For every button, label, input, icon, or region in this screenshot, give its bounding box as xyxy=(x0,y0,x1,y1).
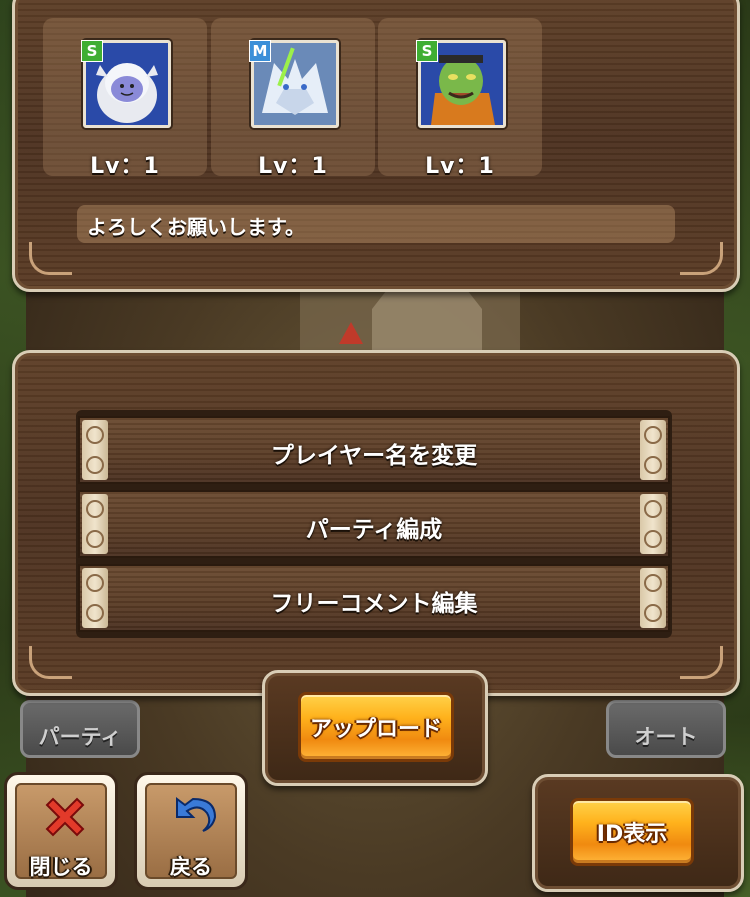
close-button[interactable]: 閉じる xyxy=(4,772,118,890)
monster-card[interactable]: M Lv：1 xyxy=(211,18,375,179)
upload-button[interactable]: アップロード xyxy=(298,692,454,762)
background-shield xyxy=(372,288,482,358)
background-gear-icon xyxy=(339,322,363,344)
panel-corner-ornament xyxy=(680,242,723,275)
background-auto-button: オート xyxy=(606,700,726,758)
id-display-label: ID表示 xyxy=(596,822,668,847)
menu-item-label: パーティ編成 xyxy=(305,517,443,543)
menu-item-label: フリーコメント編集 xyxy=(270,591,478,617)
menu-item-label: プレイヤー名を変更 xyxy=(270,443,478,469)
rank-badge: S xyxy=(416,40,438,62)
free-comment-text: よろしくお願いします。 xyxy=(87,215,305,239)
background-auto-label: オート xyxy=(634,725,698,749)
free-comment-bar: よろしくお願いします。 xyxy=(77,205,675,243)
scroll-cap-right xyxy=(640,494,666,554)
edit-free-comment-button[interactable]: フリーコメント編集 xyxy=(78,564,670,632)
monster-level: Lv：1 xyxy=(90,154,160,179)
panel-corner-ornament xyxy=(29,646,72,679)
close-label: 閉じる xyxy=(29,855,93,879)
monster-card[interactable]: S Lv：1 xyxy=(378,18,542,179)
upload-label: アップロード xyxy=(309,717,442,742)
id-display-button[interactable]: ID表示 xyxy=(570,798,694,866)
monster-card[interactable]: S Lv：1 xyxy=(43,18,207,179)
back-button[interactable]: 戻る xyxy=(134,772,248,890)
panel-corner-ornament xyxy=(29,242,72,275)
back-arrow-icon xyxy=(176,797,217,832)
panel-corner-ornament xyxy=(680,646,723,679)
background-party-button: パーティ xyxy=(20,700,140,758)
rank-badge: S xyxy=(81,40,103,62)
party-formation-button[interactable]: パーティ編成 xyxy=(78,490,670,558)
background-party-label: パーティ xyxy=(38,725,122,749)
rank-badge: M xyxy=(249,40,271,62)
change-player-name-button[interactable]: プレイヤー名を変更 xyxy=(78,416,670,484)
back-label: 戻る xyxy=(170,855,212,879)
scroll-cap-right xyxy=(640,568,666,628)
close-icon xyxy=(45,797,85,837)
monster-level: Lv：1 xyxy=(258,154,328,179)
scroll-cap-right xyxy=(640,420,666,480)
monster-level: Lv：1 xyxy=(425,154,495,179)
profile-panel: S Lv：1 M Lv：1 S Lv：1 よろしくお願いします。 xyxy=(12,0,740,292)
